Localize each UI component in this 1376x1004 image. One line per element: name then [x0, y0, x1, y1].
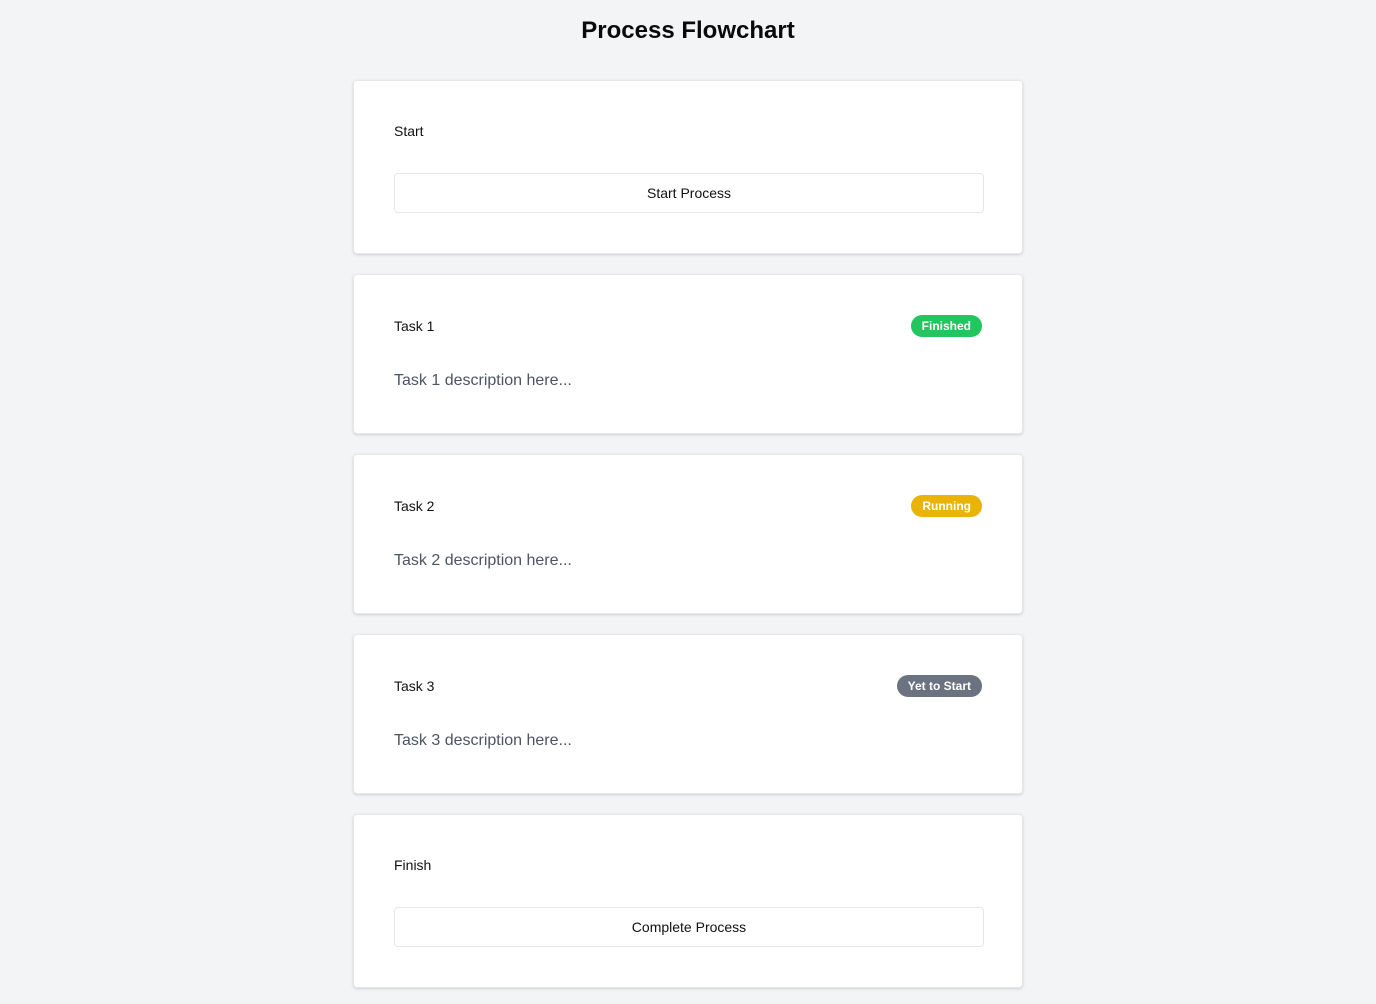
task-label: Task 3: [394, 678, 435, 694]
task-label: Task 1: [394, 318, 435, 334]
task-card-1: Task 1 Finished Task 1 description here.…: [353, 274, 1023, 434]
task-label: Task 2: [394, 498, 435, 514]
start-process-button[interactable]: Start Process: [394, 173, 984, 213]
task-description: Task 2 description here...: [394, 552, 572, 569]
finish-label: Finish: [394, 857, 432, 873]
finish-card: Finish Complete Process: [353, 814, 1023, 988]
complete-process-button[interactable]: Complete Process: [394, 907, 984, 947]
task-card-2: Task 2 Running Task 2 description here..…: [353, 454, 1023, 614]
task-card-3: Task 3 Yet to Start Task 3 description h…: [353, 634, 1023, 794]
page-title: Process Flowchart: [581, 17, 795, 44]
start-label: Start: [394, 123, 424, 139]
status-badge: Finished: [910, 315, 982, 337]
start-card: Start Start Process: [353, 80, 1023, 254]
status-badge: Running: [911, 495, 982, 517]
status-badge: Yet to Start: [896, 675, 982, 697]
task-description: Task 1 description here...: [394, 372, 572, 389]
task-description: Task 3 description here...: [394, 732, 572, 749]
